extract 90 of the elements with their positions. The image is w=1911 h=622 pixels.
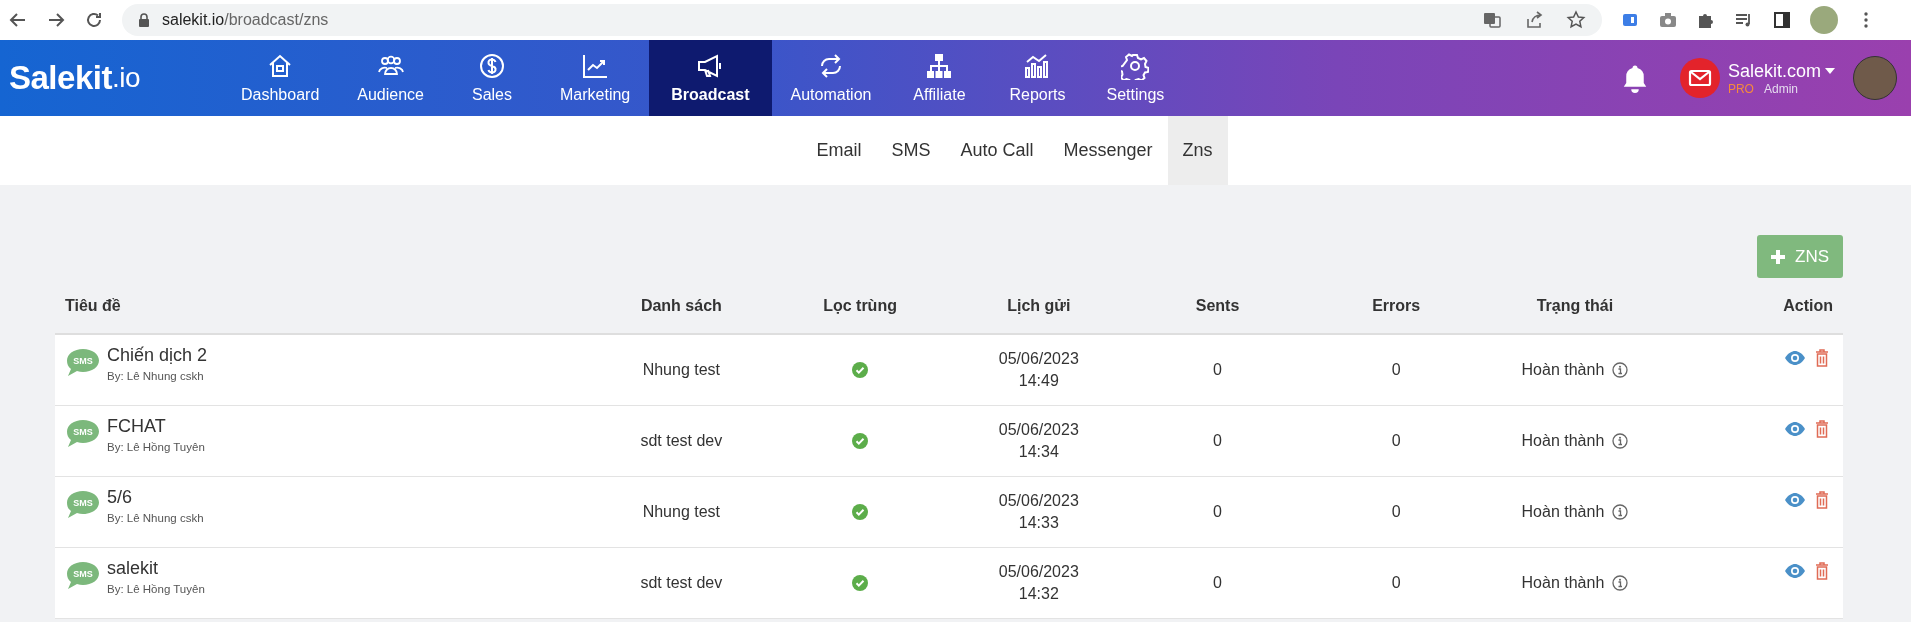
tab[interactable]: Zns <box>1167 116 1228 185</box>
schedule-time: 14:32 <box>1018 584 1059 604</box>
translate-icon[interactable] <box>1482 10 1502 30</box>
column-header: Action <box>1783 296 1833 315</box>
campaign-author: By: Lê Hồng Tuyên <box>107 583 205 595</box>
nav-item[interactable]: Reports <box>988 40 1087 116</box>
errors-cell: 0 <box>1391 503 1401 521</box>
list-cell: Nhung test <box>642 503 721 521</box>
delete-icon[interactable] <box>1815 349 1829 367</box>
view-icon[interactable] <box>1785 422 1805 436</box>
column-header: Trạng thái <box>1536 296 1614 315</box>
campaign-author: By: Lê Nhung cskh <box>107 512 204 524</box>
sents-cell: 0 <box>1213 574 1222 592</box>
sms-bubble-icon: SMS <box>65 489 101 521</box>
role-label: Admin <box>1763 81 1798 96</box>
trend-chart-icon <box>581 52 610 80</box>
column-header: Lịch gửi <box>1007 296 1071 315</box>
schedule-date: 05/06/2023 <box>998 562 1079 582</box>
schedule-time: 14:49 <box>1018 371 1059 391</box>
sms-bubble-icon: SMS <box>65 347 101 379</box>
campaign-title[interactable]: FCHAT <box>107 416 205 437</box>
account-name[interactable]: Salekit.com <box>1727 60 1821 82</box>
status-cell: Hoàn thành <box>1521 574 1605 592</box>
caret-icon[interactable] <box>1825 68 1835 74</box>
campaign-title[interactable]: Chiến dịch 2 <box>107 345 208 366</box>
status-cell: Hoàn thành <box>1521 361 1605 379</box>
info-icon[interactable] <box>1612 362 1629 378</box>
info-icon[interactable] <box>1612 433 1629 449</box>
campaign-title[interactable]: 5/6 <box>107 487 204 508</box>
sms-bubble-icon: SMS <box>65 560 101 592</box>
sitemap-icon <box>925 52 954 80</box>
sents-cell: 0 <box>1213 432 1222 450</box>
info-icon[interactable] <box>1612 504 1629 520</box>
schedule-date: 05/06/2023 <box>998 491 1079 511</box>
camera-icon[interactable] <box>1658 10 1678 30</box>
salekit-logo[interactable]: Salekit.io <box>0 40 222 116</box>
tab[interactable]: Email <box>801 116 877 185</box>
nav-item[interactable]: Automation <box>771 40 891 116</box>
plan-label: PRO <box>1727 81 1754 96</box>
column-header: Tiêu đề <box>65 296 121 315</box>
schedule-date: 05/06/2023 <box>998 349 1079 369</box>
nav-item[interactable]: Audience <box>338 40 443 116</box>
plus-icon <box>1771 249 1785 264</box>
campaign-author: By: Lê Hồng Tuyên <box>107 441 205 453</box>
campaign-title[interactable]: salekit <box>107 558 205 579</box>
star-icon[interactable] <box>1566 10 1586 30</box>
column-header: Errors <box>1372 296 1421 315</box>
nav-item[interactable]: Dashboard <box>222 40 339 116</box>
column-header: Sents <box>1195 296 1240 315</box>
view-icon[interactable] <box>1785 351 1805 365</box>
column-header: Danh sách <box>640 296 722 315</box>
dollar-icon <box>478 52 506 80</box>
url-text: salekit.io/broadcast/zns <box>162 11 329 29</box>
tab[interactable]: Auto Call <box>945 116 1049 185</box>
delete-icon[interactable] <box>1815 420 1829 438</box>
reload-icon[interactable] <box>84 10 104 30</box>
errors-cell: 0 <box>1391 432 1401 450</box>
list-cell: Nhung test <box>642 361 721 379</box>
lock-icon <box>138 13 150 27</box>
view-icon[interactable] <box>1785 493 1805 507</box>
mail-icon[interactable] <box>1679 58 1720 98</box>
tab[interactable]: Messenger <box>1048 116 1168 185</box>
schedule-time: 14:34 <box>1018 442 1059 462</box>
sms-bubble-icon: SMS <box>65 418 101 450</box>
info-icon[interactable] <box>1612 575 1629 591</box>
list-cell: sdt test dev <box>640 432 723 450</box>
view-icon[interactable] <box>1785 564 1805 578</box>
errors-cell: 0 <box>1391 574 1401 592</box>
status-cell: Hoàn thành <box>1521 432 1605 450</box>
nav-item[interactable]: Sales <box>443 40 541 116</box>
nav-item[interactable]: Broadcast <box>649 40 772 116</box>
nav-item[interactable]: Marketing <box>541 40 650 116</box>
sents-cell: 0 <box>1213 361 1222 379</box>
schedule-date: 05/06/2023 <box>998 420 1079 440</box>
sents-cell: 0 <box>1213 503 1222 521</box>
settings-icon <box>1121 52 1150 80</box>
nav-item[interactable]: Affiliate <box>890 40 989 116</box>
address-bar[interactable]: salekit.io/broadcast/zns <box>122 4 1602 36</box>
column-header: Lọc trùng <box>823 296 897 315</box>
delete-icon[interactable] <box>1815 491 1829 509</box>
campaign-author: By: Lê Nhung cskh <box>107 370 205 382</box>
delete-icon[interactable] <box>1815 562 1829 580</box>
errors-cell: 0 <box>1391 361 1401 379</box>
side-panel-icon[interactable] <box>1772 10 1792 30</box>
list-cell: sdt test dev <box>640 574 723 592</box>
status-cell: Hoàn thành <box>1521 503 1605 521</box>
tab[interactable]: SMS <box>876 116 946 185</box>
nav-item[interactable]: Settings <box>1086 40 1185 116</box>
schedule-time: 14:33 <box>1018 513 1059 533</box>
share-icon[interactable] <box>1524 10 1544 30</box>
